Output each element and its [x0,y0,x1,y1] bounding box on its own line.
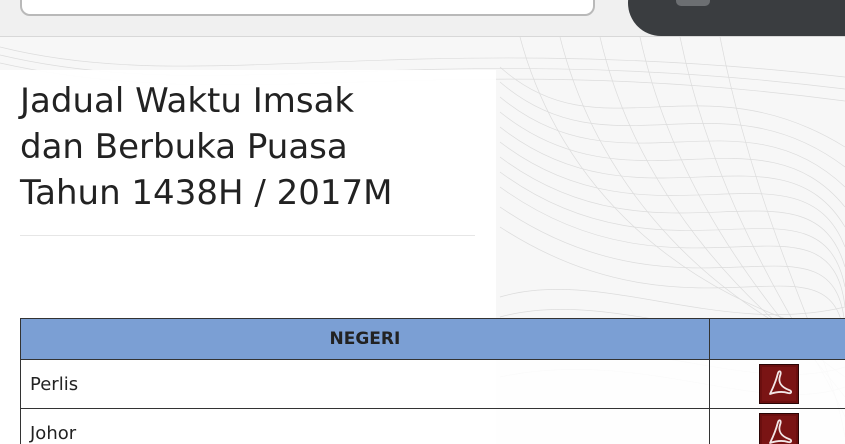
title-line: dan Berbuka Puasa [20,127,348,167]
title-divider [20,235,475,236]
address-bar[interactable] [20,0,595,16]
browser-menu-pill[interactable] [628,0,845,36]
table-header-row: NEGERI [20,318,845,360]
title-line: Jadual Waktu Imsak [20,81,355,121]
file-cell [708,359,845,409]
page-title: Jadual Waktu Imsak dan Berbuka Puasa Tah… [20,78,490,216]
pdf-icon[interactable] [758,364,799,404]
table-row: Perlis [20,359,845,409]
title-line: Tahun 1438H / 2017M [20,173,393,213]
state-name: Johor [20,408,710,444]
file-cell [708,408,845,444]
states-table: NEGERI Perlis Johor [20,318,845,444]
pdf-icon[interactable] [758,413,799,444]
table-row: Johor [20,408,845,444]
page: Jadual Waktu Imsak dan Berbuka Puasa Tah… [0,0,845,444]
column-header-negeri: NEGERI [20,318,710,360]
state-name: Perlis [20,359,710,409]
column-header-file [708,318,845,360]
tabs-icon[interactable] [676,0,710,6]
